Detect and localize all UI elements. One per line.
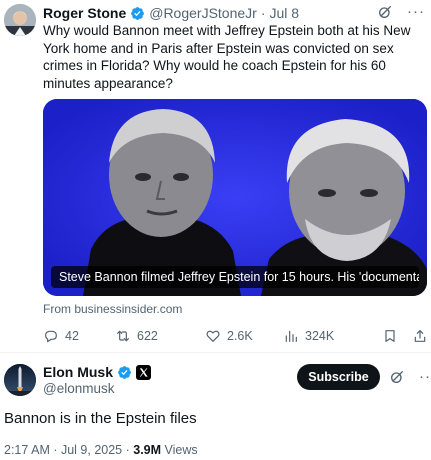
tweet-timestamp[interactable]: 2:17 AM · Jul 9, 2025 · xyxy=(4,443,130,457)
repost-count: 622 xyxy=(137,329,158,343)
reply-count: 42 xyxy=(65,329,79,343)
repost-icon xyxy=(117,330,129,342)
quoted-tweet-text: Why would Bannon meet with Jeffrey Epste… xyxy=(43,23,411,91)
tweet-metadata: 2:17 AM · Jul 9, 2025 · 3.9M Views xyxy=(4,443,198,457)
author-name[interactable]: Roger Stone xyxy=(43,5,126,21)
quoted-tweet[interactable]: Roger Stone @RogerJStoneJr · Jul 8 ··· W… xyxy=(0,0,431,351)
card-caption: Steve Bannon filmed Jeffrey Epstein for … xyxy=(51,266,419,288)
reply-icon xyxy=(45,330,57,343)
tweet-divider xyxy=(0,352,431,353)
tweet-date[interactable]: Jul 8 xyxy=(270,5,300,21)
main-tweet-header: Elon Musk xyxy=(43,364,152,380)
main-tweet-text: Bannon is in the Epstein files xyxy=(4,410,197,427)
avatar-roger-stone[interactable] xyxy=(4,4,36,36)
reply-button[interactable]: 42 xyxy=(43,328,115,344)
more-icon[interactable]: ··· xyxy=(407,4,425,20)
share-icon[interactable] xyxy=(412,328,428,344)
link-card[interactable]: Steve Bannon filmed Jeffrey Epstein for … xyxy=(43,99,427,296)
quoted-tweet-top-actions: ··· xyxy=(377,4,425,20)
avatar-elon-musk[interactable] xyxy=(4,364,36,396)
grok-icon[interactable] xyxy=(377,4,393,20)
quoted-tweet-stats: 42 622 2.6K 324K xyxy=(43,327,428,345)
views-button[interactable]: 324K xyxy=(283,328,369,344)
grok-icon[interactable] xyxy=(389,369,405,385)
author-handle[interactable]: @elonmusk xyxy=(43,381,114,396)
tweet-views-count: 3.9M xyxy=(133,443,162,457)
tweet-page: Roger Stone @RogerJStoneJr · Jul 8 ··· W… xyxy=(0,0,431,460)
separator-dot: · xyxy=(260,5,266,21)
x-affiliate-badge-icon[interactable] xyxy=(136,364,152,380)
like-icon xyxy=(206,330,220,342)
author-handle[interactable]: @RogerJStoneJr xyxy=(149,5,257,21)
author-name[interactable]: Elon Musk xyxy=(43,364,113,380)
more-icon[interactable]: ··· xyxy=(419,369,431,385)
views-icon xyxy=(285,330,297,342)
views-count: 324K xyxy=(305,329,335,343)
bookmark-icon[interactable] xyxy=(382,328,398,344)
repost-button[interactable]: 622 xyxy=(115,328,205,344)
subscribe-button[interactable]: Subscribe xyxy=(297,364,380,390)
card-source[interactable]: From businessinsider.com xyxy=(43,302,182,316)
main-tweet-top-actions: ··· xyxy=(389,369,431,385)
verified-icon xyxy=(117,365,132,380)
quoted-tweet-header: Roger Stone @RogerJStoneJr · Jul 8 xyxy=(43,4,299,22)
quoted-tweet-right-actions xyxy=(382,328,428,344)
verified-icon xyxy=(130,6,145,21)
like-button[interactable]: 2.6K xyxy=(205,328,283,344)
like-count: 2.6K xyxy=(227,329,253,343)
tweet-views-label: Views xyxy=(164,443,198,457)
